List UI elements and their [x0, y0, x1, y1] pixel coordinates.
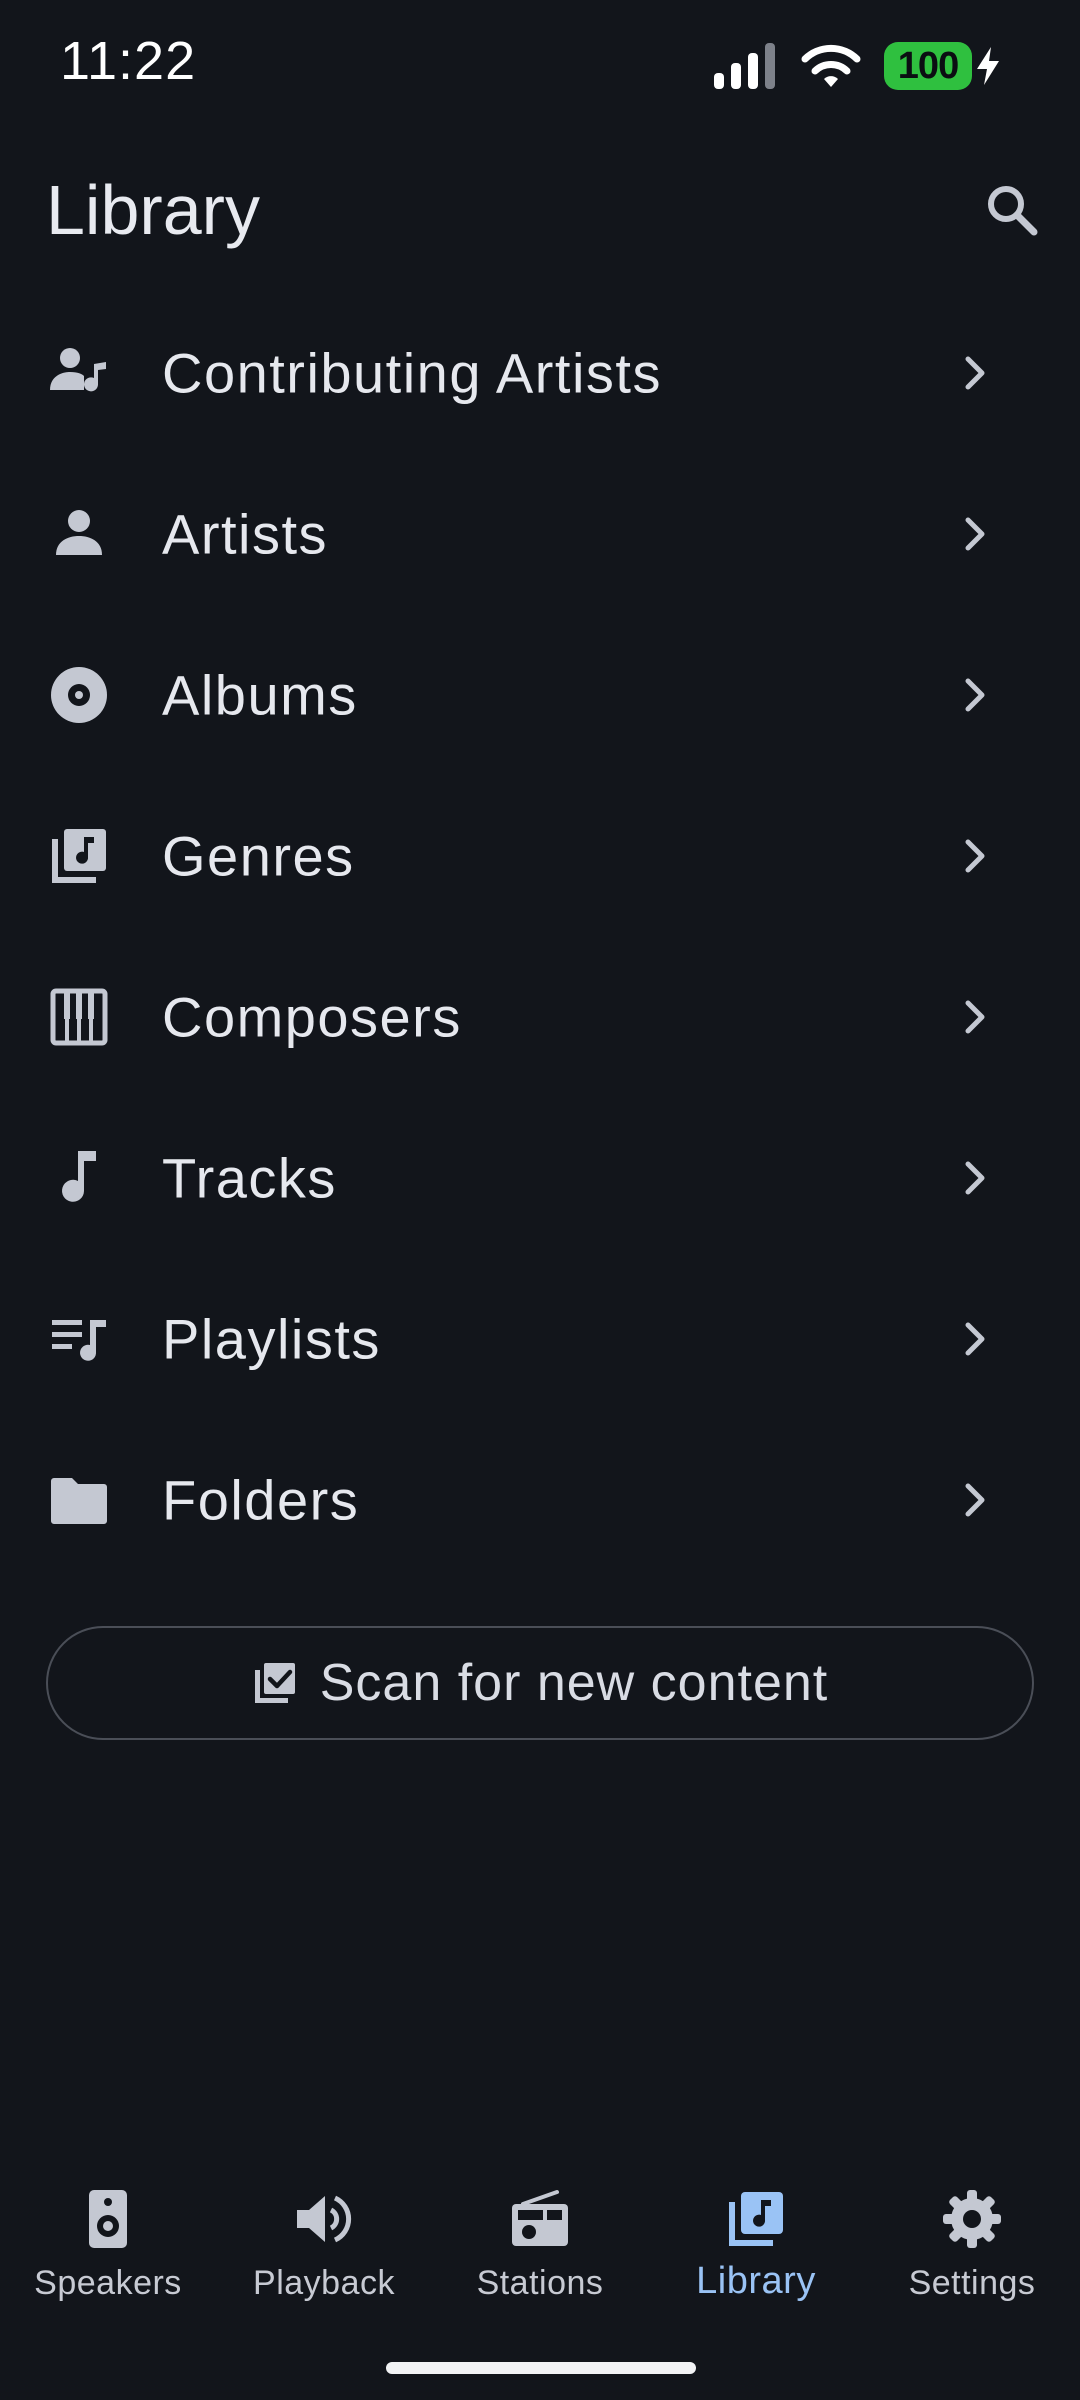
library-icon: [723, 2186, 789, 2252]
list-item-label: Composers: [162, 985, 462, 1048]
list-item-label: Albums: [162, 663, 358, 726]
wifi-icon: [801, 44, 861, 87]
list-item-tracks[interactable]: Tracks: [0, 1097, 1080, 1258]
list-item-genres[interactable]: Genres: [0, 775, 1080, 936]
nav-label: Library: [696, 2260, 816, 2302]
nav-settings[interactable]: Settings: [864, 2170, 1080, 2330]
gear-icon: [939, 2186, 1005, 2252]
chevron-right-icon: [965, 1000, 985, 1033]
search-button[interactable]: [976, 174, 1048, 246]
list-item-playlists[interactable]: Playlists: [0, 1258, 1080, 1419]
list-item-label: Playlists: [162, 1307, 381, 1370]
chevron-right-icon: [965, 356, 985, 389]
list-item-composers[interactable]: Composers: [0, 936, 1080, 1097]
list-item-label: Genres: [162, 824, 355, 887]
list-item-folders[interactable]: Folders: [0, 1419, 1080, 1580]
nav-label: Playback: [253, 2264, 395, 2302]
battery-level: 100: [884, 42, 972, 90]
nav-stations[interactable]: Stations: [432, 2170, 648, 2330]
chevron-right-icon: [965, 678, 985, 711]
signal-icon: [714, 43, 775, 89]
nav-speakers[interactable]: Speakers: [0, 2170, 216, 2330]
chevron-right-icon: [965, 1483, 985, 1516]
bottom-nav: Speakers Playback Stations Library Setti…: [0, 2170, 1080, 2330]
search-icon: [988, 186, 1038, 236]
charging-bolt-icon: [977, 47, 999, 85]
list-item-label: Artists: [162, 502, 329, 565]
chevron-right-icon: [965, 517, 985, 550]
nav-library[interactable]: Library: [648, 2170, 864, 2330]
radio-icon: [507, 2186, 573, 2252]
chevron-right-icon: [965, 839, 985, 872]
list-item-contributing-artists[interactable]: Contributing Artists: [0, 292, 1080, 453]
volume-icon: [291, 2186, 357, 2252]
battery-icon: 100: [884, 42, 1002, 90]
scan-library-icon: [254, 1663, 295, 1703]
header: Library: [0, 150, 1080, 270]
nav-label: Stations: [476, 2264, 604, 2302]
contributing-artists-icon: [48, 342, 110, 404]
folder-icon: [48, 1469, 110, 1531]
nav-playback[interactable]: Playback: [216, 2170, 432, 2330]
genres-icon: [48, 825, 110, 887]
list-item-label: Tracks: [162, 1146, 337, 1209]
playlist-icon: [48, 1308, 110, 1370]
page-title: Library: [46, 171, 260, 249]
list-item-label: Folders: [162, 1468, 360, 1531]
music-note-icon: [48, 1147, 110, 1209]
person-icon: [48, 503, 110, 565]
speaker-icon: [75, 2186, 141, 2252]
nav-label: Settings: [908, 2264, 1036, 2302]
nav-label: Speakers: [34, 2264, 182, 2302]
chevron-right-icon: [965, 1322, 985, 1355]
scan-for-new-content-button[interactable]: Scan for new content: [46, 1626, 1034, 1740]
album-icon: [48, 664, 110, 726]
list-item-albums[interactable]: Albums: [0, 614, 1080, 775]
status-bar: 11:22 100: [0, 0, 1080, 130]
list-item-artists[interactable]: Artists: [0, 453, 1080, 614]
status-icons: 100: [712, 38, 1002, 94]
status-time: 11:22: [60, 31, 197, 91]
list-item-label: Contributing Artists: [162, 341, 662, 404]
scan-button-label: Scan for new content: [319, 1654, 829, 1712]
chevron-right-icon: [965, 1161, 985, 1194]
library-list: Contributing Artists Artists Albums Genr…: [0, 292, 1080, 1580]
piano-icon: [48, 986, 110, 1048]
home-indicator[interactable]: [386, 2362, 696, 2374]
